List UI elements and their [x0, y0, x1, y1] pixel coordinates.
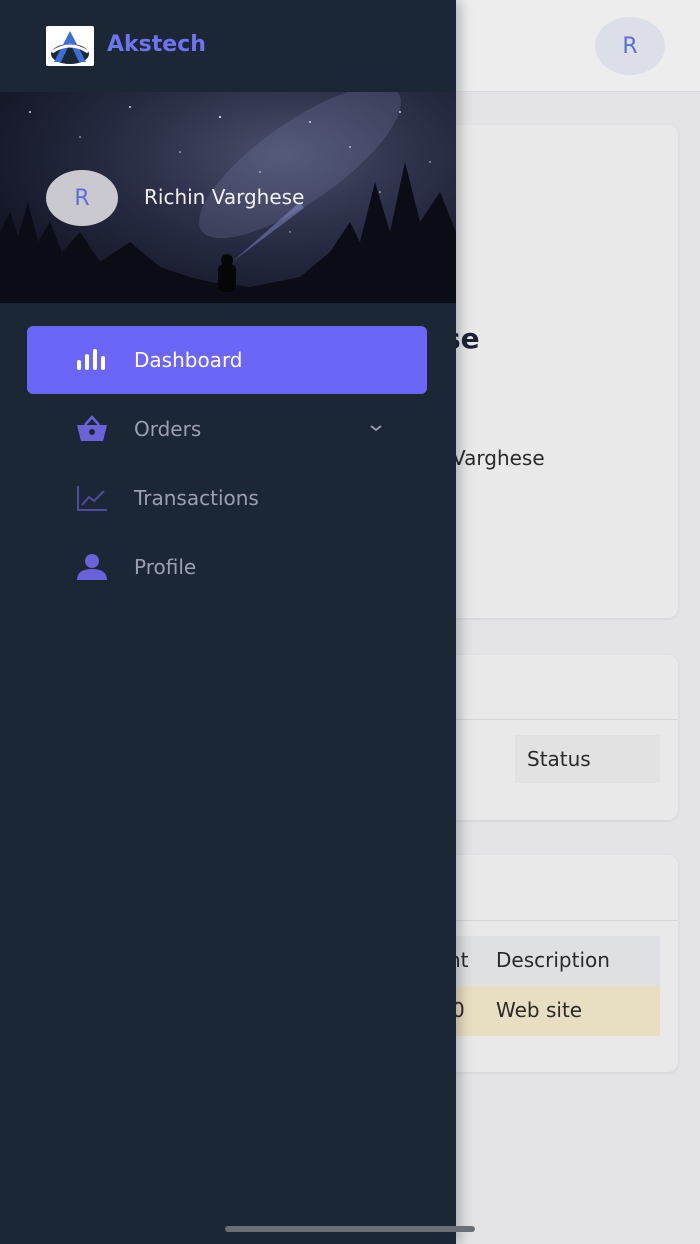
status-column-header: Status — [527, 747, 591, 771]
sidebar-item-profile[interactable]: Profile — [27, 533, 427, 601]
card-divider — [420, 719, 678, 720]
profile-banner: R Richin Varghese — [0, 92, 456, 303]
description-column-header: Description — [496, 948, 610, 972]
chevron-down-icon[interactable] — [365, 417, 387, 439]
akstech-logo[interactable] — [46, 26, 94, 66]
sidebar-item-label: Dashboard — [134, 348, 243, 372]
bar-chart-icon — [75, 346, 109, 374]
user-avatar[interactable]: R — [46, 170, 118, 226]
user-name: Richin Varghese — [144, 185, 305, 209]
person-icon — [75, 553, 109, 581]
line-chart-icon — [75, 484, 109, 512]
home-indicator[interactable] — [225, 1226, 475, 1232]
brand-name: Akstech — [107, 32, 206, 57]
brand-header: Akstech — [0, 0, 456, 92]
sidebar-item-orders[interactable]: Orders — [27, 395, 427, 463]
description-cell: Web site — [496, 998, 583, 1022]
sidebar-item-label: Orders — [134, 417, 202, 441]
topbar-avatar[interactable]: R — [595, 17, 665, 75]
sidebar-item-label: Profile — [134, 555, 197, 579]
profile-card — [420, 125, 678, 618]
card-user-name: Varghese — [452, 446, 545, 470]
sidebar-item-label: Transactions — [134, 486, 259, 510]
card-divider — [420, 920, 678, 921]
basket-icon — [75, 415, 109, 443]
sidebar-item-transactions[interactable]: Transactions — [27, 464, 427, 532]
side-drawer: Akstech R Richin Varghese Dashboard Orde… — [0, 0, 456, 1244]
sidebar-item-dashboard[interactable]: Dashboard — [27, 326, 427, 394]
